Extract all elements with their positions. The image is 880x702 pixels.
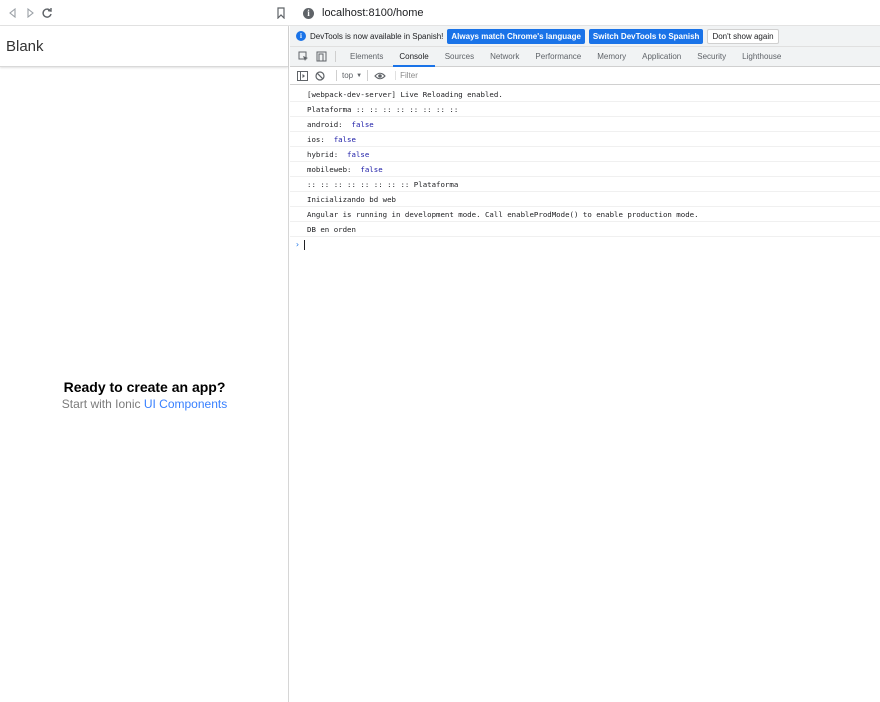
console-message-text: DB en orden (307, 224, 356, 234)
console-log-list: [webpack-dev-server] Live Reloading enab… (290, 85, 880, 252)
tab-console[interactable]: Console (391, 47, 436, 67)
console-message: Angular is running in development mode. … (290, 207, 880, 222)
tab-lighthouse[interactable]: Lighthouse (734, 47, 789, 66)
tab-performance[interactable]: Performance (527, 47, 589, 66)
tab-network[interactable]: Network (482, 47, 527, 66)
devtools-panel: i DevTools is now available in Spanish! … (290, 26, 880, 702)
console-message: ios: false (290, 132, 880, 147)
prompt-chevron-icon: › (295, 240, 300, 249)
tab-security[interactable]: Security (689, 47, 734, 66)
console-message: DB en orden (290, 222, 880, 237)
console-filter-input[interactable]: Filter (395, 71, 418, 80)
app-viewport: Blank Ready to create an app? Start with… (0, 26, 289, 702)
console-message-value: false (360, 164, 383, 174)
reload-icon[interactable] (38, 4, 56, 22)
toolbar-divider (367, 70, 369, 81)
ready-container: Ready to create an app? Start with Ionic… (0, 379, 289, 411)
text-caret (303, 239, 305, 250)
console-message: Plataforma :: :: :: :: :: :: :: :: (290, 102, 880, 117)
ready-title: Ready to create an app? (63, 379, 226, 395)
address-bar[interactable]: i localhost:8100/home (303, 4, 424, 22)
console-message-text: Inicializando bd web (307, 194, 396, 204)
device-toolbar-icon[interactable] (313, 47, 329, 66)
tab-elements[interactable]: Elements (342, 47, 391, 66)
console-message: [webpack-dev-server] Live Reloading enab… (290, 87, 880, 102)
site-info-icon[interactable]: i (303, 7, 314, 19)
clear-console-icon[interactable] (313, 69, 327, 83)
console-toolbar: top ▼ Filter (290, 67, 880, 85)
console-message: android: false (290, 117, 880, 132)
language-infobar: i DevTools is now available in Spanish! … (290, 26, 880, 47)
console-message-text: :: :: :: :: :: :: :: :: Plataforma (307, 179, 459, 189)
console-prompt[interactable]: › (290, 237, 880, 252)
chevron-down-icon: ▼ (356, 72, 363, 79)
console-message-value: false (351, 119, 374, 129)
match-language-button[interactable]: Always match Chrome's language (447, 28, 585, 44)
tab-sources[interactable]: Sources (437, 47, 482, 66)
ready-subtitle: Start with Ionic UI Components (0, 397, 289, 411)
console-message-value: false (333, 134, 356, 144)
context-selector[interactable]: top ▼ (342, 71, 362, 80)
dont-show-again-button[interactable]: Don't show again (707, 28, 779, 44)
toolbar-divider (336, 70, 337, 81)
console-message-text: ios: (307, 134, 334, 144)
infobar-message: DevTools is now available in Spanish! (310, 31, 444, 41)
sidebar-toggle-icon[interactable] (295, 69, 309, 83)
console-message: Inicializando bd web (290, 192, 880, 207)
console-message-text: Plataforma :: :: :: :: :: :: :: :: (307, 104, 459, 114)
inspect-element-icon[interactable] (295, 47, 311, 66)
bookmark-icon[interactable] (273, 4, 289, 22)
ready-subtitle-text: Start with Ionic (61, 397, 144, 411)
browser-toolbar: i localhost:8100/home (0, 0, 880, 26)
devtools-tabbar: Elements Console Sources Network Perform… (290, 47, 880, 67)
ui-components-link[interactable]: UI Components (144, 397, 227, 411)
tab-memory[interactable]: Memory (589, 47, 634, 66)
switch-spanish-button[interactable]: Switch DevTools to Spanish (588, 28, 704, 44)
console-message-text: Angular is running in development mode. … (307, 209, 699, 219)
console-message-text: hybrid: (307, 149, 348, 159)
app-header: Blank (0, 26, 288, 67)
eye-icon[interactable] (373, 69, 387, 83)
context-label: top (342, 71, 354, 80)
console-message-text: android: (307, 119, 352, 129)
app-title: Blank (6, 37, 44, 55)
console-message-value: false (347, 149, 370, 159)
console-message-text: mobileweb: (307, 164, 361, 174)
console-message: mobileweb: false (290, 162, 880, 177)
screen: i localhost:8100/home Blank Ready to cre… (0, 0, 880, 702)
console-message: hybrid: false (290, 147, 880, 162)
back-icon[interactable] (4, 4, 22, 22)
tab-application[interactable]: Application (634, 47, 689, 66)
tab-divider (335, 51, 336, 62)
console-message: :: :: :: :: :: :: :: :: Plataforma (290, 177, 880, 192)
url-text[interactable]: localhost:8100/home (322, 7, 424, 19)
forward-icon[interactable] (21, 4, 39, 22)
console-message-text: [webpack-dev-server] Live Reloading enab… (307, 89, 503, 99)
info-icon: i (296, 31, 306, 41)
